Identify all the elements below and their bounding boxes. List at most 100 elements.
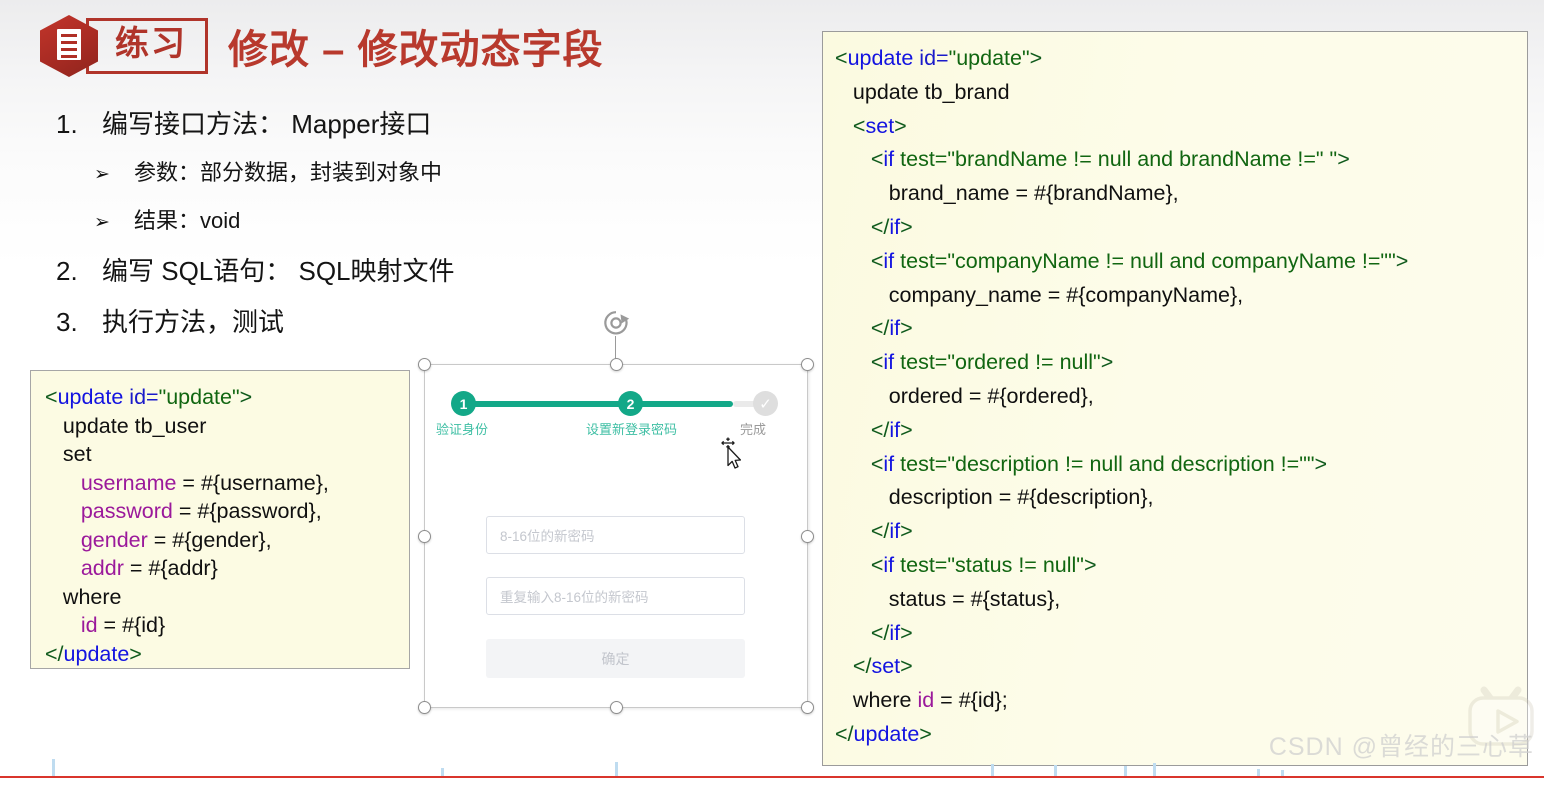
code-token: </ [835, 519, 890, 544]
rotate-handle-icon[interactable] [601, 308, 631, 338]
new-password-placeholder: 8-16位的新密码 [500, 529, 595, 544]
step-label-2: 设置新登录密码 [586, 422, 678, 437]
code-token: < [835, 46, 848, 70]
code-token: "description != null and description !="… [947, 451, 1315, 476]
code-token: update tb_user [45, 413, 207, 438]
code-token: </ [45, 641, 64, 666]
code-token: update [57, 385, 130, 409]
code-token: "ordered != null" [947, 350, 1101, 375]
code-token: </ [835, 654, 872, 679]
step-node-1[interactable]: 1 [451, 391, 476, 416]
code-token: = #{username}, [176, 470, 329, 495]
resize-handle-top-left[interactable] [418, 358, 431, 371]
resize-handle-bottom-center[interactable] [609, 701, 623, 714]
bottom-tick [615, 762, 618, 776]
code-line: <if test="companyName != null and compan… [835, 245, 1527, 279]
code-line: </if> [835, 211, 1527, 245]
code-line: update tb_brand [835, 76, 1527, 110]
code-line: ordered = #{ordered}, [835, 380, 1527, 414]
code-token: if [889, 316, 901, 341]
code-token: > [239, 385, 253, 409]
new-password-input[interactable]: 8-16位的新密码 [486, 516, 745, 554]
code-line: <update id="update"> [45, 383, 409, 412]
step-number-2: 2 [626, 395, 635, 412]
code-line: brand_name = #{brandName}, [835, 177, 1527, 211]
step-node-3[interactable]: ✓ [753, 391, 778, 416]
code-token: < [835, 552, 884, 577]
code-token: if [883, 552, 901, 577]
code-token: > [129, 641, 142, 666]
code-token: id= [919, 46, 949, 70]
csdn-watermark: CSDN @曾经的三心草 [1268, 733, 1534, 761]
slide-title-row: 练习 修改 – 修改动态字段 [40, 15, 603, 77]
resize-handle-top-right[interactable] [801, 358, 814, 371]
code-line: </update> [45, 640, 409, 669]
code-token: where [835, 688, 918, 713]
code-token: > [1395, 248, 1409, 273]
code-token: </ [835, 620, 890, 645]
code-line: username = #{username}, [45, 469, 409, 498]
code-token: if [883, 147, 901, 172]
code-token: description = #{description}, [835, 485, 1154, 510]
resize-handle-middle-left[interactable] [418, 529, 431, 543]
bottom-tick [991, 764, 994, 776]
code-line: id = #{id} [45, 611, 409, 640]
resize-handle-middle-right[interactable] [801, 529, 814, 543]
code-token: password [80, 499, 173, 523]
code-line: <update id="update"> [835, 42, 1527, 76]
code-line: update tb_user [45, 412, 409, 441]
code-token: test= [900, 350, 948, 375]
code-token: "update" [948, 46, 1030, 70]
code-line: where [45, 583, 409, 612]
step-node-2[interactable]: 2 [618, 391, 643, 416]
step-check-icon: ✓ [759, 395, 772, 413]
bullet-text: 编写 SQL语句： SQL映射文件 [102, 256, 455, 286]
code-token: < [835, 451, 884, 476]
code-token: "status != null" [947, 552, 1084, 577]
code-token: > [1337, 147, 1350, 172]
code-line: </if> [835, 617, 1527, 651]
code-token: id [80, 613, 98, 637]
code-token: "brandName != null and brandName !=" " [947, 147, 1338, 172]
resize-handle-bottom-left[interactable] [418, 701, 431, 714]
step-label-3: 完成 [740, 422, 767, 437]
code-line: </if> [835, 312, 1527, 346]
code-line: password = #{password}, [45, 497, 409, 526]
bullet-text: 参数：部分数据，封装到对象中 [134, 160, 443, 185]
code-token: test= [900, 147, 948, 172]
code-token: where [45, 584, 122, 609]
code-line: <if test="status != null"> [835, 549, 1527, 583]
code-token: "companyName != null and companyName !="… [947, 248, 1396, 273]
bottom-rule [0, 776, 1544, 778]
code-token: status = #{status}, [835, 586, 1061, 611]
bullet-text: 执行方法，测试 [102, 307, 285, 337]
bullet-item: 2. 编写 SQL语句： SQL映射文件 [56, 251, 576, 288]
code-token: > [900, 316, 913, 341]
code-token: if [883, 350, 901, 375]
code-line: <if test="description != null and descri… [835, 448, 1527, 482]
code-line: <if test="brandName != null and brandNam… [835, 143, 1527, 177]
code-token: > [1100, 350, 1114, 375]
bullet-item: ➢ 结果：void [56, 203, 576, 235]
bottom-tick [441, 768, 444, 776]
code-token: </ [835, 721, 854, 746]
code-line: addr = #{addr} [45, 554, 409, 583]
confirm-password-input[interactable]: 重复输入8-16位的新密码 [486, 577, 745, 615]
code-token: if [889, 214, 901, 239]
bottom-tick [1054, 765, 1057, 776]
code-token: "update" [158, 385, 240, 409]
code-token: > [919, 721, 932, 746]
confirm-button[interactable]: 确定 [486, 639, 745, 678]
bullet-marker: 2. [56, 256, 78, 286]
resize-handle-top-center[interactable] [609, 358, 623, 371]
bullet-marker: 3. [56, 307, 78, 337]
code-line: gender = #{gender}, [45, 526, 409, 555]
code-token: ordered = #{ordered}, [835, 383, 1094, 408]
code-token: = #{id} [97, 613, 166, 637]
code-token: > [900, 519, 913, 544]
resize-handle-bottom-right[interactable] [801, 701, 814, 714]
